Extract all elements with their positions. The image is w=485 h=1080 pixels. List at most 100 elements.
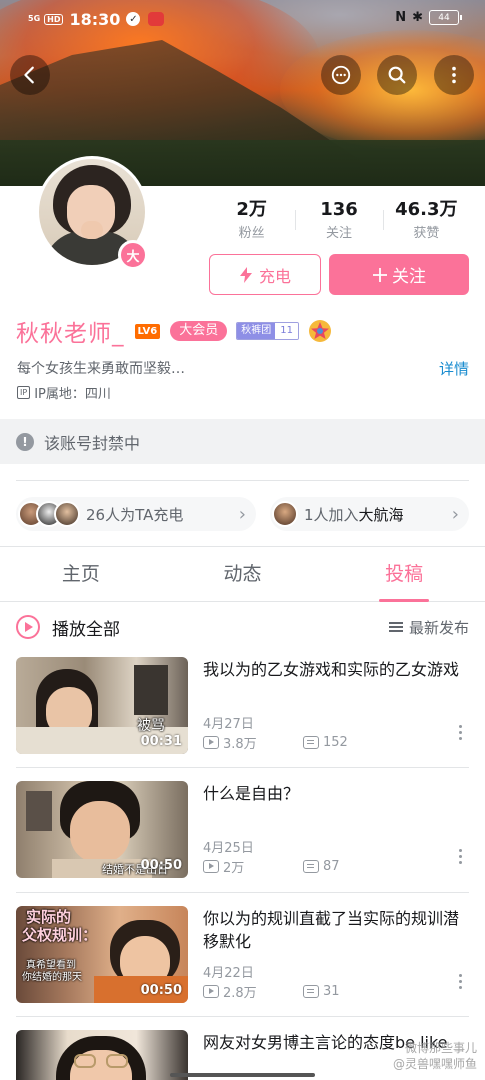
level-badge: LV6 xyxy=(134,323,161,339)
stats-row: 2万 粉丝 136 关注 46.3万 获赞 xyxy=(208,198,470,244)
divider xyxy=(16,767,469,768)
signature-text: 每个女孩生来勇敢而坚毅… xyxy=(17,361,185,377)
fleet-supporters[interactable]: 1人加入大航海 › xyxy=(270,497,469,531)
danmaku-count: 87 xyxy=(323,858,340,874)
video-meta: 2.8万 31 xyxy=(203,982,469,1001)
thumbnail-caption: 被骂 xyxy=(137,718,165,734)
follow-label: 关注 xyxy=(392,267,426,287)
video-date: 4月25日 xyxy=(203,841,254,856)
more-options-icon[interactable] xyxy=(459,974,463,990)
stat-fans[interactable]: 2万 粉丝 xyxy=(208,198,295,244)
follow-button[interactable]: 关注 xyxy=(329,254,469,295)
play-all-row: 播放全部 最新发布 xyxy=(16,612,469,642)
play-count-icon xyxy=(203,735,219,749)
tab-home[interactable]: 主页 xyxy=(0,548,162,601)
back-button[interactable] xyxy=(10,55,50,95)
ip-location: IP IP属地：四川 xyxy=(17,383,111,402)
chat-bubble-icon xyxy=(331,65,351,85)
play-count-icon xyxy=(203,984,219,998)
stat-following[interactable]: 136 关注 xyxy=(295,198,382,244)
charge-label: 充电 xyxy=(258,266,291,286)
ip-icon: IP xyxy=(17,386,31,399)
fleet-avatar xyxy=(272,501,298,527)
verified-check-icon: ✓ xyxy=(126,12,141,26)
thumbnail-caption: 父权规训： xyxy=(22,926,98,944)
signature-details-link[interactable]: 详情 xyxy=(439,358,469,379)
tab-dynamics[interactable]: 动态 xyxy=(162,548,324,601)
thumbnail-caption: 你结婚的那天 xyxy=(22,972,82,983)
fans-medal[interactable]: 秋裤团 11 xyxy=(236,322,299,340)
profile-tabs: 主页 动态 投稿 xyxy=(0,548,485,602)
stat-value: 46.3万 xyxy=(395,199,458,220)
chevron-right-icon: › xyxy=(451,503,459,525)
video-date: 4月22日 xyxy=(203,966,254,981)
play-count-icon xyxy=(203,859,219,873)
more-options-icon[interactable] xyxy=(459,849,463,865)
video-date: 4月27日 xyxy=(203,717,254,732)
ban-notice: ! 该账号封禁中 xyxy=(0,419,485,464)
danmaku-icon xyxy=(303,984,319,998)
charge-button[interactable]: 充电 xyxy=(209,254,321,295)
divider xyxy=(0,546,485,547)
video-title: 我以为的乙女游戏和实际的乙女游戏 xyxy=(203,660,460,679)
username: 秋秋老师_ xyxy=(16,321,125,347)
fans-medal-level: 11 xyxy=(275,323,298,339)
search-button[interactable] xyxy=(377,55,417,95)
watermark-line: @灵兽嘿嘿师鱼 xyxy=(392,1057,477,1071)
danmaku-icon xyxy=(303,859,319,873)
vertical-dots-icon xyxy=(452,66,456,84)
video-duration: 00:50 xyxy=(140,858,182,873)
video-item[interactable]: 被骂 00:31 我以为的乙女游戏和实际的乙女游戏 4月27日 3.8万 152 xyxy=(16,657,469,755)
video-duration: 00:50 xyxy=(140,983,182,998)
supporter-avatar xyxy=(54,501,80,527)
play-all-button[interactable]: 播放全部 xyxy=(52,615,120,640)
bluetooth-icon: ✱ xyxy=(412,10,423,25)
gesture-bar xyxy=(170,1073,315,1077)
video-duration: 00:31 xyxy=(140,734,182,749)
stat-value: 2万 xyxy=(236,199,267,220)
video-thumbnail: 结婚不是出日 00:50 xyxy=(16,781,188,878)
nfc-icon: N xyxy=(395,10,407,25)
battery-icon: 44 xyxy=(429,10,462,25)
charge-count-text: 26人为TA充电 xyxy=(86,505,184,524)
video-item[interactable]: 结婚不是出日 00:50 什么是自由？ 4月25日 2万 87 xyxy=(16,781,469,879)
video-title: 你以为的规训直截了当实际的规训潜移默化 xyxy=(203,909,460,951)
video-meta: 3.8万 152 xyxy=(203,733,469,752)
fans-medal-name: 秋裤团 xyxy=(237,323,276,339)
stat-likes[interactable]: 46.3万 获赞 xyxy=(382,198,470,244)
sort-button[interactable]: 最新发布 xyxy=(388,617,469,638)
list-sort-icon xyxy=(388,622,403,632)
danmaku-count: 152 xyxy=(323,734,348,750)
divider xyxy=(16,1016,469,1017)
vip-avatar-badge: 大 xyxy=(118,240,148,270)
vip-badge[interactable]: 大会员 xyxy=(170,321,228,341)
ip-location-text: IP属地：四川 xyxy=(34,387,111,402)
hd-badge: HD xyxy=(44,13,64,25)
stat-label: 获赞 xyxy=(413,226,440,241)
alert-icon: ! xyxy=(16,432,34,451)
plus-icon xyxy=(373,267,387,282)
more-options-icon[interactable] xyxy=(459,725,463,741)
name-row: 秋秋老师_ LV6 大会员 秋裤团 11 xyxy=(16,314,332,348)
view-count: 2.8万 xyxy=(223,985,257,1001)
video-item[interactable]: 实际的 父权规训： 真希望看到 你结婚的那天 00:50 你以为的规训直截了当实… xyxy=(16,906,469,1004)
view-count: 2万 xyxy=(223,860,245,876)
fleet-text: 1人加入大航海 xyxy=(304,505,404,524)
status-right: N ✱ 44 xyxy=(395,10,462,25)
video-thumbnail: 被骂 00:31 xyxy=(16,657,188,754)
message-button[interactable] xyxy=(321,55,361,95)
more-button[interactable] xyxy=(434,55,474,95)
danmaku-count: 31 xyxy=(323,983,340,999)
star-medal-icon[interactable] xyxy=(308,319,332,343)
signature: 每个女孩生来勇敢而坚毅… 详情 xyxy=(17,358,469,380)
video-thumbnail xyxy=(16,1030,188,1080)
play-circle-icon[interactable] xyxy=(16,615,40,639)
chevron-right-icon: › xyxy=(238,503,246,525)
divider xyxy=(16,480,469,481)
charge-supporters[interactable]: 26人为TA充电 › xyxy=(16,497,256,531)
lightning-icon xyxy=(239,266,252,283)
search-icon xyxy=(388,66,406,84)
stat-label: 关注 xyxy=(325,226,352,241)
tab-uploads[interactable]: 投稿 xyxy=(323,548,485,602)
divider xyxy=(16,892,469,893)
